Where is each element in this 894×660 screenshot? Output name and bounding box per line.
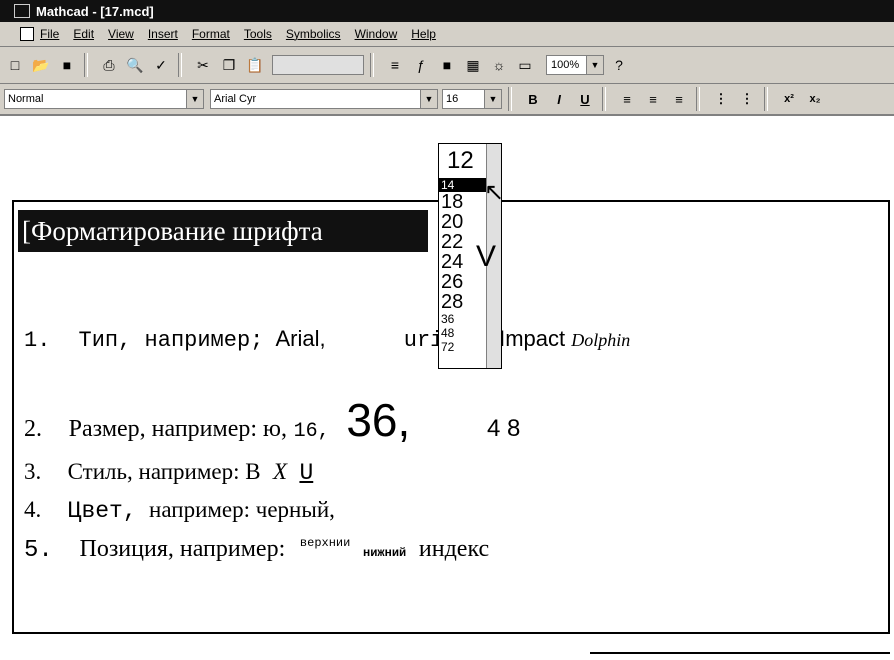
print-preview-icon[interactable]: 🔍 xyxy=(124,54,146,76)
list-text: Тип, например; xyxy=(78,328,264,353)
zoom-select[interactable]: 100% ▼ xyxy=(546,55,604,75)
list-number: 5. xyxy=(24,537,53,564)
divider xyxy=(590,652,890,654)
align-center-icon[interactable]: ≡ xyxy=(642,88,664,110)
align-right-icon[interactable]: ≡ xyxy=(668,88,690,110)
toolbar-separator xyxy=(370,53,374,77)
font-value: Arial Cyr xyxy=(214,93,257,105)
list-item-3: 3. Стиль, например: В X U xyxy=(24,458,313,486)
chevron-down-icon[interactable]: ▼ xyxy=(420,90,437,108)
style-sample-underline: U xyxy=(299,460,314,486)
style-sample-italic: X xyxy=(272,459,288,484)
menu-bar: File Edit View Insert Format Tools Symbo… xyxy=(0,22,894,47)
toolbar-separator xyxy=(178,53,182,77)
align-left-icon[interactable]: ≡ xyxy=(616,88,638,110)
font-select[interactable]: Arial Cyr ▼ xyxy=(210,89,438,109)
align-icon[interactable]: ≡ xyxy=(384,54,406,76)
cut-icon[interactable]: ✂ xyxy=(192,54,214,76)
menu-window[interactable]: Window xyxy=(355,27,398,41)
toolbar-separator xyxy=(764,87,768,111)
list-item-5: 5. Позиция, например: верхнии нижний инд… xyxy=(24,535,489,564)
style-value: Normal xyxy=(8,93,44,105)
font-size-value: 16 xyxy=(446,93,459,105)
style-select[interactable]: Normal ▼ xyxy=(4,89,204,109)
menu-file[interactable]: File xyxy=(40,27,59,41)
menu-help[interactable]: Help xyxy=(411,27,436,41)
list-number: 3. xyxy=(24,459,42,484)
chevron-down-icon[interactable]: ▼ xyxy=(484,90,501,108)
list-text: например: черный, xyxy=(149,497,335,522)
list-text: Стиль, например: В xyxy=(67,459,261,484)
list-text: Позиция, например: xyxy=(79,536,286,562)
menu-symbolics[interactable]: Symbolics xyxy=(286,27,341,41)
print-icon[interactable]: ⎙ xyxy=(98,54,120,76)
open-folder-icon[interactable]: 📂 xyxy=(30,54,52,76)
calculate-icon[interactable]: ▭ xyxy=(514,54,536,76)
list-item-2: 2. Размер, например: ю, 16, 36, 4 8 xyxy=(24,393,520,447)
toolbar-separator xyxy=(696,87,700,111)
font-sample-dolphin: Dolphin xyxy=(571,330,631,350)
toolbar-separator xyxy=(84,53,88,77)
list-number: 4. xyxy=(24,497,42,522)
menu-insert[interactable]: Insert xyxy=(148,27,178,41)
chevron-down-icon[interactable]: ▼ xyxy=(186,90,203,108)
font-sample-arial: Arial, xyxy=(275,326,326,351)
subscript-button[interactable]: x₂ xyxy=(804,88,826,110)
list-number: 1. xyxy=(24,328,51,353)
menu-tools[interactable]: Tools xyxy=(244,27,272,41)
size-sample-16: 16, xyxy=(293,420,330,443)
size-sample-36: 36, xyxy=(346,394,411,446)
standard-toolbar: □ 📂 ■ ⎙ 🔍 ✓ ✂ ❐ 📋 ≡ ƒ ■ ▦ ☼ ▭ 100% ▼ ? xyxy=(0,47,894,84)
bold-button[interactable]: B xyxy=(522,88,544,110)
underline-button[interactable]: U xyxy=(574,88,596,110)
zoom-value: 100% xyxy=(551,59,580,71)
new-document-icon[interactable]: □ xyxy=(4,54,26,76)
subscript-sample: нижний xyxy=(363,546,407,560)
spell-check-icon[interactable]: ✓ xyxy=(150,54,172,76)
window-title: Mathcad - [17.mcd] xyxy=(36,3,154,19)
toolbar-separator xyxy=(602,87,606,111)
superscript-button[interactable]: x² xyxy=(778,88,800,110)
list-item-1: 1. Тип, например; Arial, urier, Impact D… xyxy=(24,326,630,353)
menu-view[interactable]: View xyxy=(108,27,134,41)
menu-format[interactable]: Format xyxy=(192,27,230,41)
superscript-sample: верхнии xyxy=(299,536,351,550)
list-text-end: индекс xyxy=(418,536,490,562)
copy-icon[interactable]: ❐ xyxy=(218,54,240,76)
insert-unit-icon[interactable]: ■ xyxy=(436,54,458,76)
help-button[interactable]: ? xyxy=(608,54,630,76)
partial-glyph: V xyxy=(476,240,497,273)
list-number: 2. xyxy=(24,416,42,442)
bullet-list-icon[interactable]: ⋮ xyxy=(710,88,732,110)
mouse-pointer-icon: ↖ xyxy=(484,179,505,206)
list-item-4: 4. Цвет, например: черный, xyxy=(24,496,335,524)
resource-center-icon[interactable]: ☼ xyxy=(488,54,510,76)
list-text: Размер, например: ю, xyxy=(68,416,287,442)
mathcad-app-icon xyxy=(14,4,30,18)
document-icon[interactable] xyxy=(20,27,34,41)
region-heading: [Форматирование шрифта xyxy=(18,210,428,252)
font-size-select[interactable]: 16 ▼ xyxy=(442,89,502,109)
toolbar-separator xyxy=(508,87,512,111)
numbered-list-icon[interactable]: ⋮ xyxy=(736,88,758,110)
save-icon[interactable]: ■ xyxy=(56,54,78,76)
font-sample-impact: Impact xyxy=(499,326,566,351)
paste-icon[interactable]: 📋 xyxy=(244,54,266,76)
list-word: Цвет, xyxy=(67,498,137,524)
menu-edit[interactable]: Edit xyxy=(73,27,94,41)
italic-button[interactable]: I xyxy=(548,88,570,110)
formatting-toolbar: Normal ▼ Arial Cyr ▼ 16 ▼ B I U ≡ ≡ ≡ ⋮ … xyxy=(0,84,894,116)
insert-function-icon[interactable]: ƒ xyxy=(410,54,432,76)
toolbar-combo-empty[interactable] xyxy=(272,55,364,75)
window-titlebar[interactable]: Mathcad - [17.mcd] xyxy=(0,0,894,22)
size-sample-48: 4 8 xyxy=(486,415,521,442)
insert-component-icon[interactable]: ▦ xyxy=(462,54,484,76)
chevron-down-icon[interactable]: ▼ xyxy=(586,56,603,74)
